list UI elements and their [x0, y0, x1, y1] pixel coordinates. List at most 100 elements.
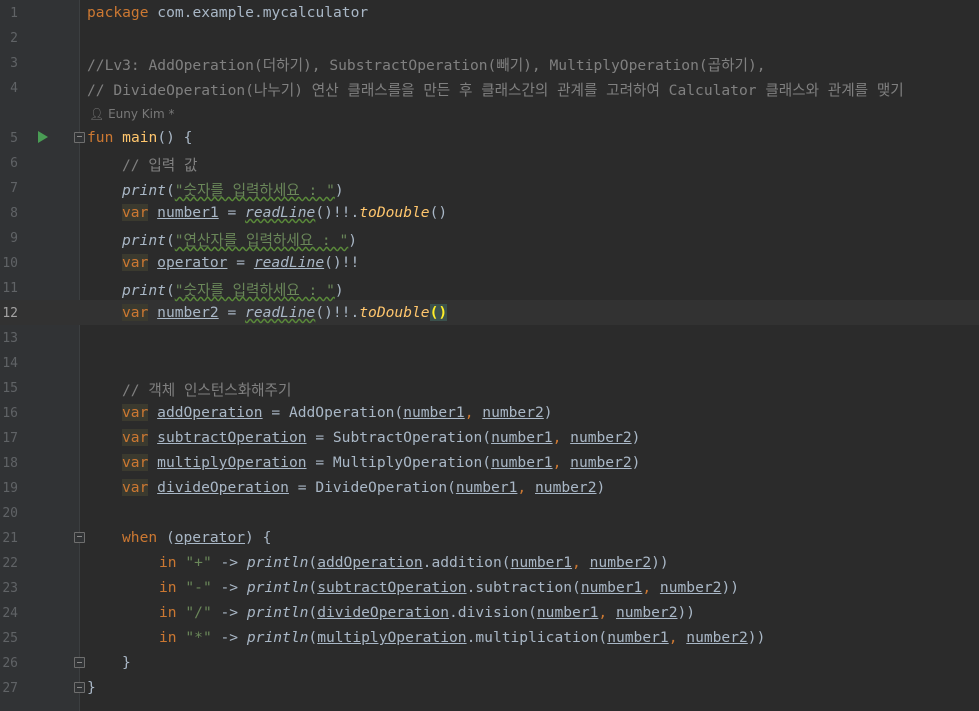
keyword: in — [159, 604, 177, 621]
variable-name: subtractOperation — [157, 429, 307, 446]
argument: number1 — [491, 429, 553, 446]
line-number[interactable]: 13 — [0, 331, 18, 346]
argument: number1 — [491, 454, 553, 471]
code-line-22[interactable]: in "+" -> println(addOperation.addition(… — [159, 554, 669, 571]
function-call: println — [246, 604, 309, 621]
line-number[interactable]: 10 — [0, 256, 18, 271]
string-literal: "+" — [185, 554, 212, 571]
line-number[interactable]: 1 — [0, 6, 18, 21]
fold-icon[interactable] — [74, 532, 85, 543]
editor-row: 2 — [0, 25, 979, 50]
editor-row: 13 — [0, 325, 979, 350]
line-number[interactable]: 19 — [0, 481, 18, 496]
code-line-1[interactable]: package com.example.mycalculator — [87, 4, 368, 21]
function-name: main — [122, 129, 158, 146]
line-number[interactable]: 18 — [0, 456, 18, 471]
line-number[interactable]: 7 — [0, 181, 18, 196]
keyword: fun — [87, 129, 114, 146]
line-number[interactable]: 16 — [0, 406, 18, 421]
keyword: var — [122, 454, 149, 471]
code-line-16[interactable]: var addOperation = AddOperation(number1,… — [122, 404, 553, 421]
code-line-27[interactable]: } — [87, 679, 96, 696]
code-line-23[interactable]: in "-" -> println(subtractOperation.subt… — [159, 579, 739, 596]
fold-icon[interactable] — [74, 657, 85, 668]
line-number[interactable]: 5 — [0, 131, 18, 146]
string-literal: "숫자를 입력하세요 : " — [174, 282, 335, 299]
variable-name: subtractOperation — [317, 579, 467, 596]
function-call: readLine — [245, 304, 316, 321]
function-call: println — [246, 629, 309, 646]
function-call: toDouble — [359, 204, 430, 221]
run-icon[interactable] — [38, 131, 48, 143]
code-line-3[interactable]: //Lv3: AddOperation(더하기), SubstractOpera… — [87, 54, 766, 75]
line-number[interactable]: 12 — [0, 306, 18, 321]
argument: number2 — [570, 429, 632, 446]
code-line-5[interactable]: fun main() { — [87, 129, 192, 146]
code-line-24[interactable]: in "/" -> println(divideOperation.divisi… — [159, 604, 695, 621]
code-line-18[interactable]: var multiplyOperation = MultiplyOperatio… — [122, 454, 640, 471]
line-number[interactable]: 17 — [0, 431, 18, 446]
line-number[interactable]: 4 — [0, 81, 18, 96]
argument: number2 — [615, 604, 678, 621]
line-number[interactable]: 8 — [0, 206, 18, 221]
line-number[interactable]: 20 — [0, 506, 18, 521]
code-line-26[interactable]: } — [122, 654, 131, 671]
variable-name: operator — [157, 254, 228, 271]
function-call: println — [246, 554, 309, 571]
code-line-7[interactable]: print("숫자를 입력하세요 : ") — [122, 179, 344, 200]
method-call: subtraction — [475, 579, 573, 596]
method-call: multiplication — [475, 629, 599, 646]
keyword: var — [122, 204, 149, 221]
code-author-hint[interactable]: 👤︎ Euny Kim * — [89, 107, 174, 121]
argument: number1 — [580, 579, 643, 596]
variable-name: addOperation — [317, 554, 423, 571]
line-number[interactable]: 6 — [0, 156, 18, 171]
code-line-11[interactable]: print("숫자를 입력하세요 : ") — [122, 279, 344, 300]
code-line-4[interactable]: // DivideOperation(나누기) 연산 클래스를을 만든 후 클래… — [87, 79, 904, 100]
line-number[interactable]: 25 — [0, 631, 18, 646]
line-number[interactable]: 2 — [0, 31, 18, 46]
method-call: addition — [431, 554, 502, 571]
code-text: () { — [157, 129, 193, 146]
line-number[interactable]: 3 — [0, 56, 18, 71]
fold-icon[interactable] — [74, 132, 85, 143]
line-number[interactable]: 24 — [0, 606, 18, 621]
function-call: readLine — [245, 204, 316, 221]
line-number[interactable]: 22 — [0, 556, 18, 571]
keyword: var — [122, 304, 149, 321]
code-line-17[interactable]: var subtractOperation = SubtractOperatio… — [122, 429, 640, 446]
code-line-19[interactable]: var divideOperation = DivideOperation(nu… — [122, 479, 605, 496]
editor-row: 20 — [0, 500, 979, 525]
argument: number2 — [482, 404, 544, 421]
argument: number2 — [535, 479, 597, 496]
user-icon: 👤︎ — [89, 107, 105, 121]
line-number[interactable]: 9 — [0, 231, 18, 246]
fold-icon[interactable] — [74, 682, 85, 693]
code-line-12[interactable]: var number2 = readLine()!!.toDouble() — [122, 304, 448, 321]
function-call: print — [122, 182, 166, 199]
line-number[interactable]: 21 — [0, 531, 18, 546]
keyword: var — [122, 254, 149, 271]
code-line-15[interactable]: // 객체 인스턴스화해주기 — [122, 379, 291, 400]
code-line-25[interactable]: in "*" -> println(multiplyOperation.mult… — [159, 629, 765, 646]
line-number[interactable]: 11 — [0, 281, 18, 296]
keyword: var — [122, 429, 149, 446]
line-number[interactable]: 14 — [0, 356, 18, 371]
line-number[interactable]: 23 — [0, 581, 18, 596]
matched-parens: () — [429, 304, 448, 321]
variable-name: multiplyOperation — [157, 454, 307, 471]
code-line-10[interactable]: var operator = readLine()!! — [122, 254, 359, 271]
function-call: println — [246, 579, 309, 596]
code-line-21[interactable]: when (operator) { — [122, 529, 271, 546]
variable-name: number1 — [157, 204, 219, 221]
line-number[interactable]: 27 — [0, 681, 18, 696]
argument: number1 — [403, 404, 465, 421]
code-editor[interactable]: 1 2 3 4 5 6 7 8 9 10 11 12 13 14 15 16 17 18 19 20 21 22 23 24 2… — [0, 0, 979, 711]
code-line-6[interactable]: // 입력 값 — [122, 154, 197, 175]
line-number[interactable]: 15 — [0, 381, 18, 396]
code-line-9[interactable]: print("연산자를 입력하세요 : ") — [122, 229, 357, 250]
line-number[interactable]: 26 — [0, 656, 18, 671]
string-literal: "숫자를 입력하세요 : " — [174, 182, 335, 199]
code-line-8[interactable]: var number1 = readLine()!!.toDouble() — [122, 204, 447, 221]
argument: number1 — [455, 479, 518, 496]
